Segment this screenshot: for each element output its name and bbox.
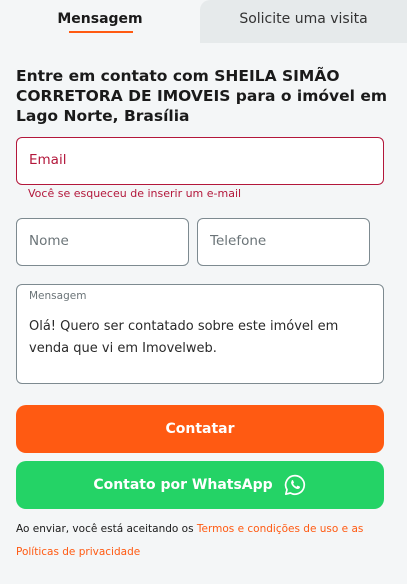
- email-input[interactable]: [29, 152, 369, 168]
- telefone-input[interactable]: [210, 233, 360, 249]
- legal-notice: Ao enviar, você está aceitando os Termos…: [16, 518, 386, 564]
- tab-solicite-visita-label: Solicite uma visita: [239, 10, 368, 27]
- tab-solicite-visita[interactable]: Solicite uma visita: [200, 0, 407, 43]
- mensagem-textarea[interactable]: Olá! Quero ser contatado sobre este imóv…: [29, 316, 374, 378]
- contatar-button[interactable]: Contatar: [16, 405, 384, 453]
- nome-input[interactable]: [29, 233, 179, 249]
- form-heading: Entre em contato com SHEILA SIMÃO CORRET…: [16, 67, 388, 125]
- tab-mensagem[interactable]: Mensagem: [0, 0, 200, 43]
- tab-bar: Mensagem Solicite uma visita: [0, 0, 407, 43]
- tab-mensagem-label: Mensagem: [57, 10, 143, 27]
- whatsapp-button[interactable]: Contato por WhatsApp: [16, 461, 384, 509]
- whatsapp-icon: [283, 473, 307, 497]
- legal-prefix: Ao enviar, você está aceitando os: [16, 523, 197, 535]
- email-error-message: Você se esqueceu de inserir um e-mail: [28, 187, 242, 200]
- contact-form-card: Mensagem Solicite uma visita Entre em co…: [0, 0, 407, 584]
- whatsapp-button-label: Contato por WhatsApp: [93, 477, 273, 493]
- email-field[interactable]: [16, 137, 384, 185]
- mensagem-label: Mensagem: [29, 290, 87, 302]
- mensagem-field[interactable]: Mensagem Olá! Quero ser contatado sobre …: [16, 284, 384, 384]
- nome-field[interactable]: [16, 218, 189, 266]
- telefone-field[interactable]: [197, 218, 370, 266]
- active-tab-indicator: [69, 31, 133, 33]
- contatar-button-label: Contatar: [165, 421, 235, 437]
